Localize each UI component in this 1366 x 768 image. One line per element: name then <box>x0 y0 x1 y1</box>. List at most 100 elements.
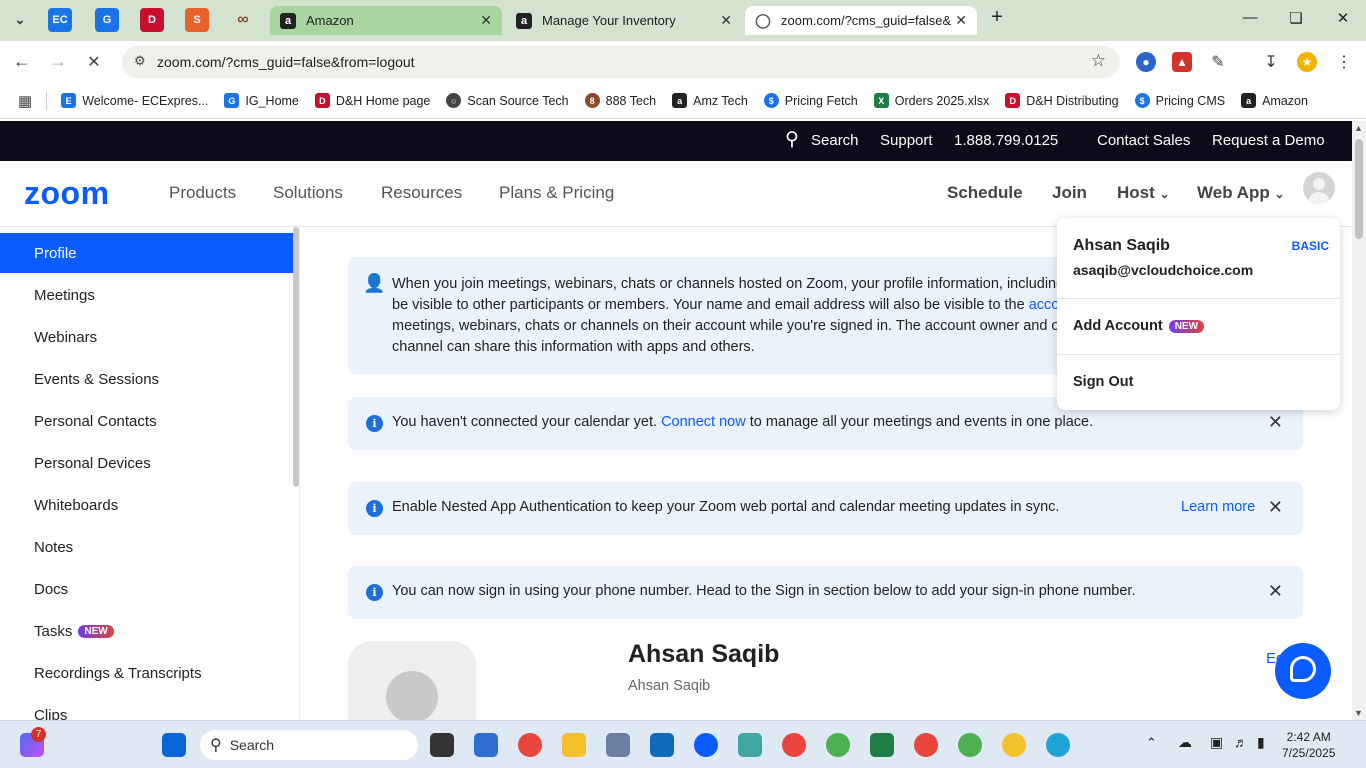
scroll-down-icon[interactable]: ▼ <box>1354 708 1363 718</box>
bookmark-item[interactable]: a Amz Tech <box>672 93 748 108</box>
profile-avatar-icon[interactable]: ★ <box>1297 52 1317 72</box>
sidebar-item-recordings[interactable]: Recordings & Transcripts <box>0 653 294 693</box>
stop-loading-icon[interactable]: ✕ <box>82 52 106 72</box>
sidebar-item-clips[interactable]: Clips <box>0 695 294 721</box>
sidebar-scrollbar[interactable] <box>293 227 299 487</box>
topbar-request-demo-link[interactable]: Request a Demo <box>1212 132 1325 149</box>
sidebar-item-notes[interactable]: Notes <box>0 527 294 567</box>
zoom-app-icon[interactable] <box>694 733 718 757</box>
scroll-up-icon[interactable]: ▲ <box>1354 123 1363 133</box>
bookmark-item[interactable]: D D&H Home page <box>314 93 430 108</box>
sidebar-item-profile[interactable]: Profile <box>0 233 294 273</box>
address-bar[interactable]: ⚙ zoom.com/?cms_guid=false&from=logout ☆ <box>122 46 1120 78</box>
nav-products[interactable]: Products <box>169 183 236 203</box>
topbar-search-link[interactable]: Search <box>811 132 859 149</box>
nav-schedule[interactable]: Schedule <box>947 183 1023 203</box>
sign-out-item[interactable]: Sign Out <box>1073 374 1133 390</box>
extension-globe-icon[interactable]: ● <box>1136 52 1156 72</box>
bookmark-item[interactable]: a Amazon <box>1241 93 1308 108</box>
volume-icon[interactable]: ♬ <box>1234 734 1248 750</box>
outlook-icon[interactable] <box>650 733 674 757</box>
topbar-phone-link[interactable]: 1.888.799.0125 <box>954 132 1058 149</box>
url-text[interactable]: zoom.com/?cms_guid=false&from=logout <box>157 54 415 70</box>
close-icon[interactable]: ✕ <box>1268 581 1283 602</box>
tab-close-icon[interactable]: ✕ <box>480 12 492 29</box>
file-explorer-icon[interactable] <box>562 733 586 757</box>
chrome-icon[interactable] <box>518 733 542 757</box>
bookmark-item[interactable]: E Welcome- ECExpres... <box>61 93 208 108</box>
bookmark-star-icon[interactable]: ☆ <box>1091 51 1106 71</box>
profile-picture[interactable] <box>348 641 476 720</box>
tab-manage-inventory[interactable]: a Manage Your Inventory ✕ <box>506 6 742 35</box>
app-icon[interactable] <box>738 733 762 757</box>
window-close-icon[interactable]: ✕ <box>1320 9 1366 27</box>
windows-start-icon[interactable] <box>162 733 186 757</box>
sidebar-item-tasks[interactable]: Tasks NEW <box>0 611 294 651</box>
chrome-profile-icon[interactable] <box>782 733 806 757</box>
chat-support-button[interactable] <box>1275 643 1331 699</box>
bookmark-item[interactable]: X Orders 2025.xlsx <box>873 93 989 108</box>
sidebar-item-events-sessions[interactable]: Events & Sessions <box>0 359 294 399</box>
chrome-profile-icon[interactable] <box>1002 733 1026 757</box>
edge-icon[interactable] <box>1046 733 1070 757</box>
bookmark-item[interactable]: $ Pricing CMS <box>1134 93 1225 108</box>
nav-solutions[interactable]: Solutions <box>273 183 343 203</box>
bookmark-item[interactable]: $ Pricing Fetch <box>763 93 858 108</box>
sidebar-item-webinars[interactable]: Webinars <box>0 317 294 357</box>
chrome-profile-icon[interactable] <box>914 733 938 757</box>
bookmark-item[interactable]: G IG_Home <box>224 93 299 108</box>
battery-icon[interactable]: ▮ <box>1257 734 1265 751</box>
pinned-tab-ig-icon[interactable]: G <box>95 8 119 32</box>
scroll-thumb[interactable] <box>1355 139 1363 239</box>
add-account-item[interactable]: Add Account NEW <box>1073 318 1205 334</box>
network-icon[interactable]: ▣ <box>1210 734 1223 751</box>
back-arrow-icon[interactable]: ← <box>10 51 34 72</box>
user-avatar-button[interactable] <box>1303 172 1335 204</box>
sidebar-item-whiteboards[interactable]: Whiteboards <box>0 485 294 525</box>
learn-more-link[interactable]: Learn more <box>1181 499 1255 515</box>
pinned-tab-ecexpress-icon[interactable]: EC <box>48 8 72 32</box>
topbar-support-link[interactable]: Support <box>880 132 933 149</box>
pinned-tab-s-icon[interactable]: S <box>185 8 209 32</box>
downloads-icon[interactable]: ↧ <box>1261 52 1281 72</box>
zoom-logo[interactable]: zoom <box>24 175 110 212</box>
tab-zoom[interactable]: ◯ zoom.com/?cms_guid=false&fr ✕ <box>745 6 977 35</box>
pinned-tab-888-icon[interactable]: ∞ <box>231 8 255 32</box>
sidebar-item-meetings[interactable]: Meetings <box>0 275 294 315</box>
new-tab-plus-icon[interactable]: + <box>974 6 1020 29</box>
onedrive-icon[interactable]: ☁ <box>1178 734 1192 751</box>
pinned-tab-dh-icon[interactable]: D <box>140 8 164 32</box>
system-clock[interactable]: 2:42 AM 7/25/2025 <box>1282 729 1335 761</box>
chrome-profile-icon[interactable] <box>826 733 850 757</box>
tab-close-icon[interactable]: ✕ <box>955 12 967 29</box>
bookmark-item[interactable]: ○ Scan Source Tech <box>446 93 569 108</box>
minimize-icon[interactable]: — <box>1227 9 1273 26</box>
apps-grid-icon[interactable]: ▦ <box>18 92 32 110</box>
bookmark-item[interactable]: 8 888 Tech <box>584 93 656 108</box>
browser-menu-icon[interactable]: ⋮ <box>1334 52 1354 72</box>
page-scrollbar[interactable]: ▲ ▼ <box>1352 121 1366 720</box>
nav-join[interactable]: Join <box>1052 183 1087 203</box>
forward-arrow-icon[interactable]: → <box>46 51 70 72</box>
close-icon[interactable]: ✕ <box>1268 497 1283 518</box>
tab-search-chevron-icon[interactable]: ⌄ <box>8 8 32 32</box>
sidebar-item-docs[interactable]: Docs <box>0 569 294 609</box>
search-icon[interactable]: ⚲ <box>785 128 799 151</box>
nav-plans-pricing[interactable]: Plans & Pricing <box>499 183 614 203</box>
nav-web-app[interactable]: Web App ⌄ <box>1197 183 1285 203</box>
taskbar-search-box[interactable]: ⚲ Search <box>200 730 418 760</box>
connect-now-link[interactable]: Connect now <box>661 414 746 430</box>
tray-overflow-chevron-icon[interactable]: ⌃ <box>1146 735 1157 751</box>
topbar-contact-sales-link[interactable]: Contact Sales <box>1097 132 1190 149</box>
close-icon[interactable]: ✕ <box>1268 412 1283 433</box>
site-settings-icon[interactable]: ⚙ <box>134 53 146 69</box>
nav-host[interactable]: Host ⌄ <box>1117 183 1170 203</box>
chrome-profile-icon[interactable] <box>958 733 982 757</box>
store-icon[interactable] <box>474 733 498 757</box>
bookmark-item[interactable]: D D&H Distributing <box>1005 93 1119 108</box>
calculator-icon[interactable] <box>606 733 630 757</box>
extensions-puzzle-icon[interactable]: ✎ <box>1208 52 1228 72</box>
restore-icon[interactable]: ❏ <box>1273 9 1319 27</box>
excel-icon[interactable] <box>870 733 894 757</box>
tab-amazon[interactable]: a Amazon ✕ <box>270 6 502 35</box>
